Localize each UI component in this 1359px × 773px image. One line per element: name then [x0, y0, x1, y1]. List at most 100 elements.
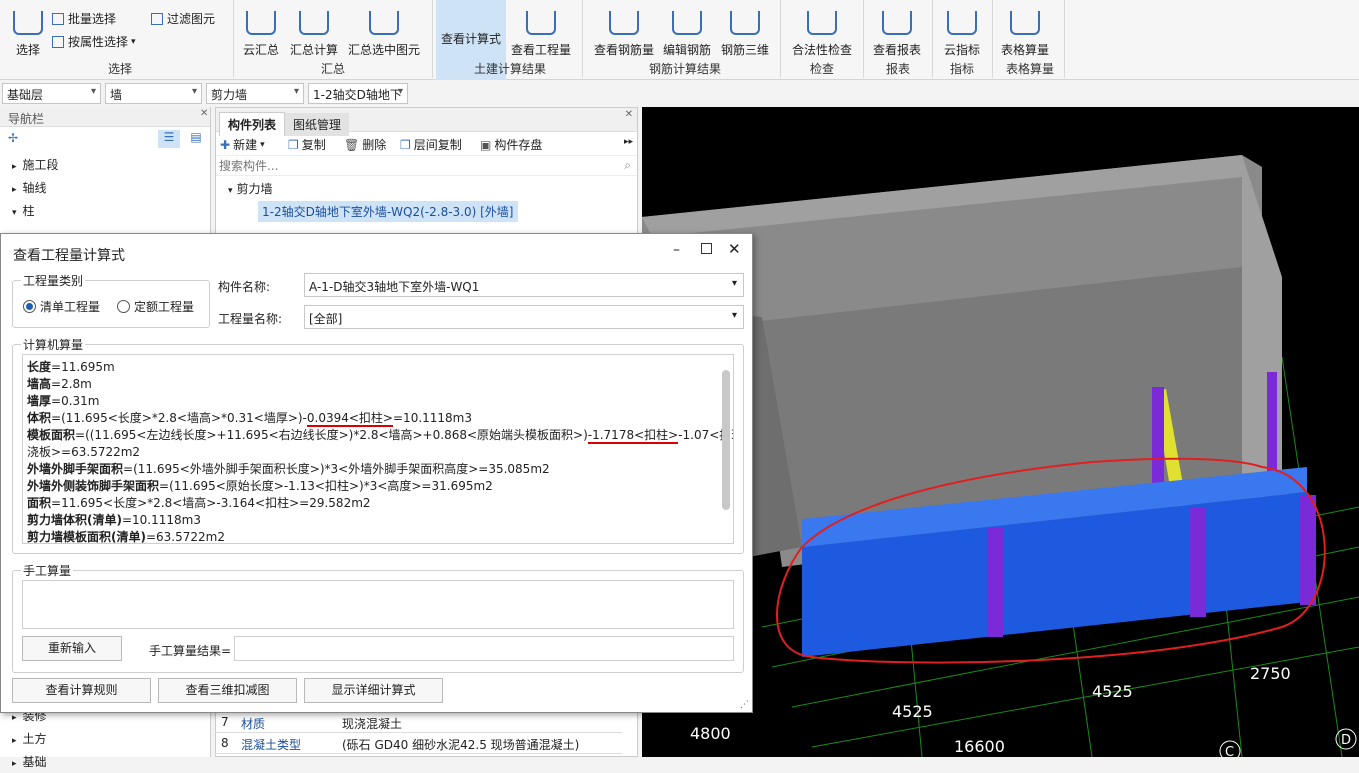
radio-quota-qty[interactable]: 定额工程量: [117, 298, 194, 315]
dimension-label: 4800: [690, 724, 731, 743]
edit-rebar-icon: [672, 11, 702, 35]
show-detail-formula-button[interactable]: 显示详细计算式: [304, 678, 443, 703]
divider: [992, 0, 993, 78]
maximize-icon[interactable]: [701, 243, 712, 254]
formula-line: 剪力墙模板面积(清单)=63.5722m2: [27, 529, 733, 543]
new-button[interactable]: ✚ 新建 ▾: [220, 136, 265, 153]
cursor-icon: [13, 11, 43, 35]
selected-component[interactable]: 1-2轴交D轴地下室外墙-WQ2(-2.8-3.0) [外墙]: [258, 201, 518, 222]
summary-calc-button[interactable]: 汇总计算: [287, 0, 341, 58]
formula-line: 墙厚=0.31m: [27, 393, 733, 410]
tree-root[interactable]: ▾ 剪力墙: [216, 176, 637, 197]
delete-button[interactable]: 🗑 删除: [344, 136, 386, 153]
group-label-rebar: 钢筋计算结果: [648, 62, 721, 76]
underlined-deduction: -1.7178<扣柱>: [587, 428, 679, 444]
view-quantity-button[interactable]: 查看工程量: [509, 0, 573, 58]
formula-line: 长度=11.695m: [27, 359, 733, 376]
table-calc-button[interactable]: 表格算量: [998, 0, 1052, 58]
nav-item[interactable]: ▸ 轴线: [0, 176, 210, 199]
expand-icon: ▸: [12, 736, 17, 746]
group-label-summary: 汇总: [320, 62, 345, 76]
close-icon[interactable]: ✕: [625, 109, 633, 120]
nav-item[interactable]: ▾ 柱: [0, 199, 210, 222]
floor-select[interactable]: 基础层: [2, 83, 101, 104]
divider: [932, 0, 933, 78]
floor-copy-icon: ❐: [400, 137, 411, 152]
view-3d-deduction-button[interactable]: 查看三维扣减图: [158, 678, 297, 703]
quantity-icon: [526, 11, 556, 35]
attr-select-icon: [52, 35, 64, 48]
dialog-title: 查看工程量计算式: [13, 248, 125, 264]
attr-select-button[interactable]: 按属性选择 ▾: [52, 33, 136, 50]
legality-check-button[interactable]: 合法性检查: [790, 0, 854, 58]
save-component-button[interactable]: ▣ 构件存盘: [480, 136, 542, 153]
nav-item[interactable]: ▸ 土方: [0, 727, 210, 750]
nav-item[interactable]: ▸ 施工段: [0, 153, 210, 176]
formula-lines: 长度=11.695m 墙高=2.8m 墙厚=0.31m 体积=(11.695<长度>*…: [27, 359, 733, 543]
collapse-icon: ▾: [228, 186, 233, 196]
formula-key: 外墙外侧装饰脚手架面积: [27, 479, 160, 493]
floor-copy-button[interactable]: ❐ 层间复制: [400, 136, 462, 153]
collapse-icon: ▾: [12, 208, 17, 218]
sum-icon: [299, 11, 329, 35]
manual-input[interactable]: [22, 580, 734, 629]
view-rules-button[interactable]: 查看计算规则: [12, 678, 151, 703]
pin-icon[interactable]: ✢: [8, 131, 18, 145]
group-label-select: 选择: [107, 62, 132, 76]
rebar-3d-button[interactable]: 钢筋三维: [719, 0, 771, 58]
qty-type-group: 工程量类别 清单工程量 定额工程量: [12, 272, 210, 328]
check-icon: [807, 11, 837, 35]
cloud-index-button[interactable]: 云指标: [940, 0, 984, 58]
formula-key: 体积: [27, 411, 52, 425]
batch-select-icon: [52, 12, 64, 25]
nav-item[interactable]: ▸ 基础: [0, 750, 210, 773]
formula-dialog: 查看工程量计算式 – ✕ 工程量类别 清单工程量 定额工程量 构件名称: A-1…: [0, 233, 753, 713]
scrollbar[interactable]: [722, 370, 730, 510]
list-view-icon[interactable]: ☰: [158, 130, 180, 148]
filter-button[interactable]: 过滤图元: [151, 10, 215, 27]
close-icon[interactable]: ✕: [200, 108, 208, 119]
computer-calc-group: 计算机算量 长度=11.695m 墙高=2.8m 墙厚=0.31m 体积=(11.69…: [12, 336, 744, 554]
element-select[interactable]: 1-2轴交D轴地下: [308, 83, 408, 104]
cloud-sum-icon: [246, 11, 276, 35]
column: [987, 527, 1003, 637]
formula-line: 外墙外脚手架面积=(11.695<外墙外脚手架面积长度>)*3<外墙外脚手架面积…: [27, 461, 733, 478]
formula-value: =(11.695<原始长度>-1.13<扣柱>)*3<高度>=31.695m2: [159, 479, 493, 493]
view-rebar-button[interactable]: 查看钢筋量: [592, 0, 656, 58]
divider: [432, 0, 433, 78]
new-icon: ✚: [220, 137, 231, 152]
qty-name-select[interactable]: [全部]: [304, 305, 744, 329]
more-icon[interactable]: ▸▸: [624, 137, 633, 147]
subtype-select[interactable]: 剪力墙: [206, 83, 304, 104]
group-label-report: 报表: [885, 62, 910, 76]
summary-selected-button[interactable]: 汇总选中图元: [346, 0, 422, 58]
component-name-select[interactable]: A-1-D轴交3轴地下室外墙-WQ1: [304, 273, 744, 297]
formula-line: 模板面积=((11.695<左边线长度>+11.695<右边线长度>)*2.8<…: [27, 427, 733, 444]
copy-button[interactable]: ❐ 复制: [288, 136, 326, 153]
divider: [1064, 0, 1065, 78]
cloud-summary-button[interactable]: 云汇总: [240, 0, 282, 58]
radio-list-qty[interactable]: 清单工程量: [23, 298, 100, 315]
formula-line: 体积=(11.695<长度>*2.8<墙高>*0.31<墙厚>)-0.0394<…: [27, 410, 733, 427]
type-select[interactable]: 墙: [105, 83, 202, 104]
resize-grip-icon[interactable]: ⋰: [740, 700, 749, 710]
group-label-index: 指标: [949, 62, 974, 76]
detail-view-icon[interactable]: ▤: [186, 130, 206, 148]
search-input[interactable]: [216, 156, 637, 175]
save-icon: ▣: [480, 137, 492, 152]
nav-tools: ✢ ☰ ▤: [0, 127, 210, 153]
formula-value: =11.695<长度>*2.8<墙高>-3.164<扣柱>=29.582m2: [51, 496, 371, 510]
batch-select-button[interactable]: 批量选择: [52, 10, 116, 27]
radio-checked-icon: [23, 300, 36, 313]
manual-result-label: 手工算量结果=: [149, 644, 232, 658]
reinput-button[interactable]: 重新输入: [22, 636, 122, 661]
formula-value: =(11.695<外墙外脚手架面积长度>)*3<外墙外脚手架面积高度>=35.0…: [123, 462, 550, 476]
select-button[interactable]: 选择: [10, 0, 46, 58]
formula-textarea[interactable]: 长度=11.695m 墙高=2.8m 墙厚=0.31m 体积=(11.695<长度>*…: [22, 354, 734, 544]
manual-result-field[interactable]: [234, 636, 734, 661]
edit-rebar-button[interactable]: 编辑钢筋: [661, 0, 713, 58]
view-report-button[interactable]: 查看报表: [870, 0, 924, 58]
minimize-icon[interactable]: –: [673, 242, 680, 258]
formula-value: =11.695m: [51, 360, 115, 374]
close-icon[interactable]: ✕: [728, 240, 741, 258]
